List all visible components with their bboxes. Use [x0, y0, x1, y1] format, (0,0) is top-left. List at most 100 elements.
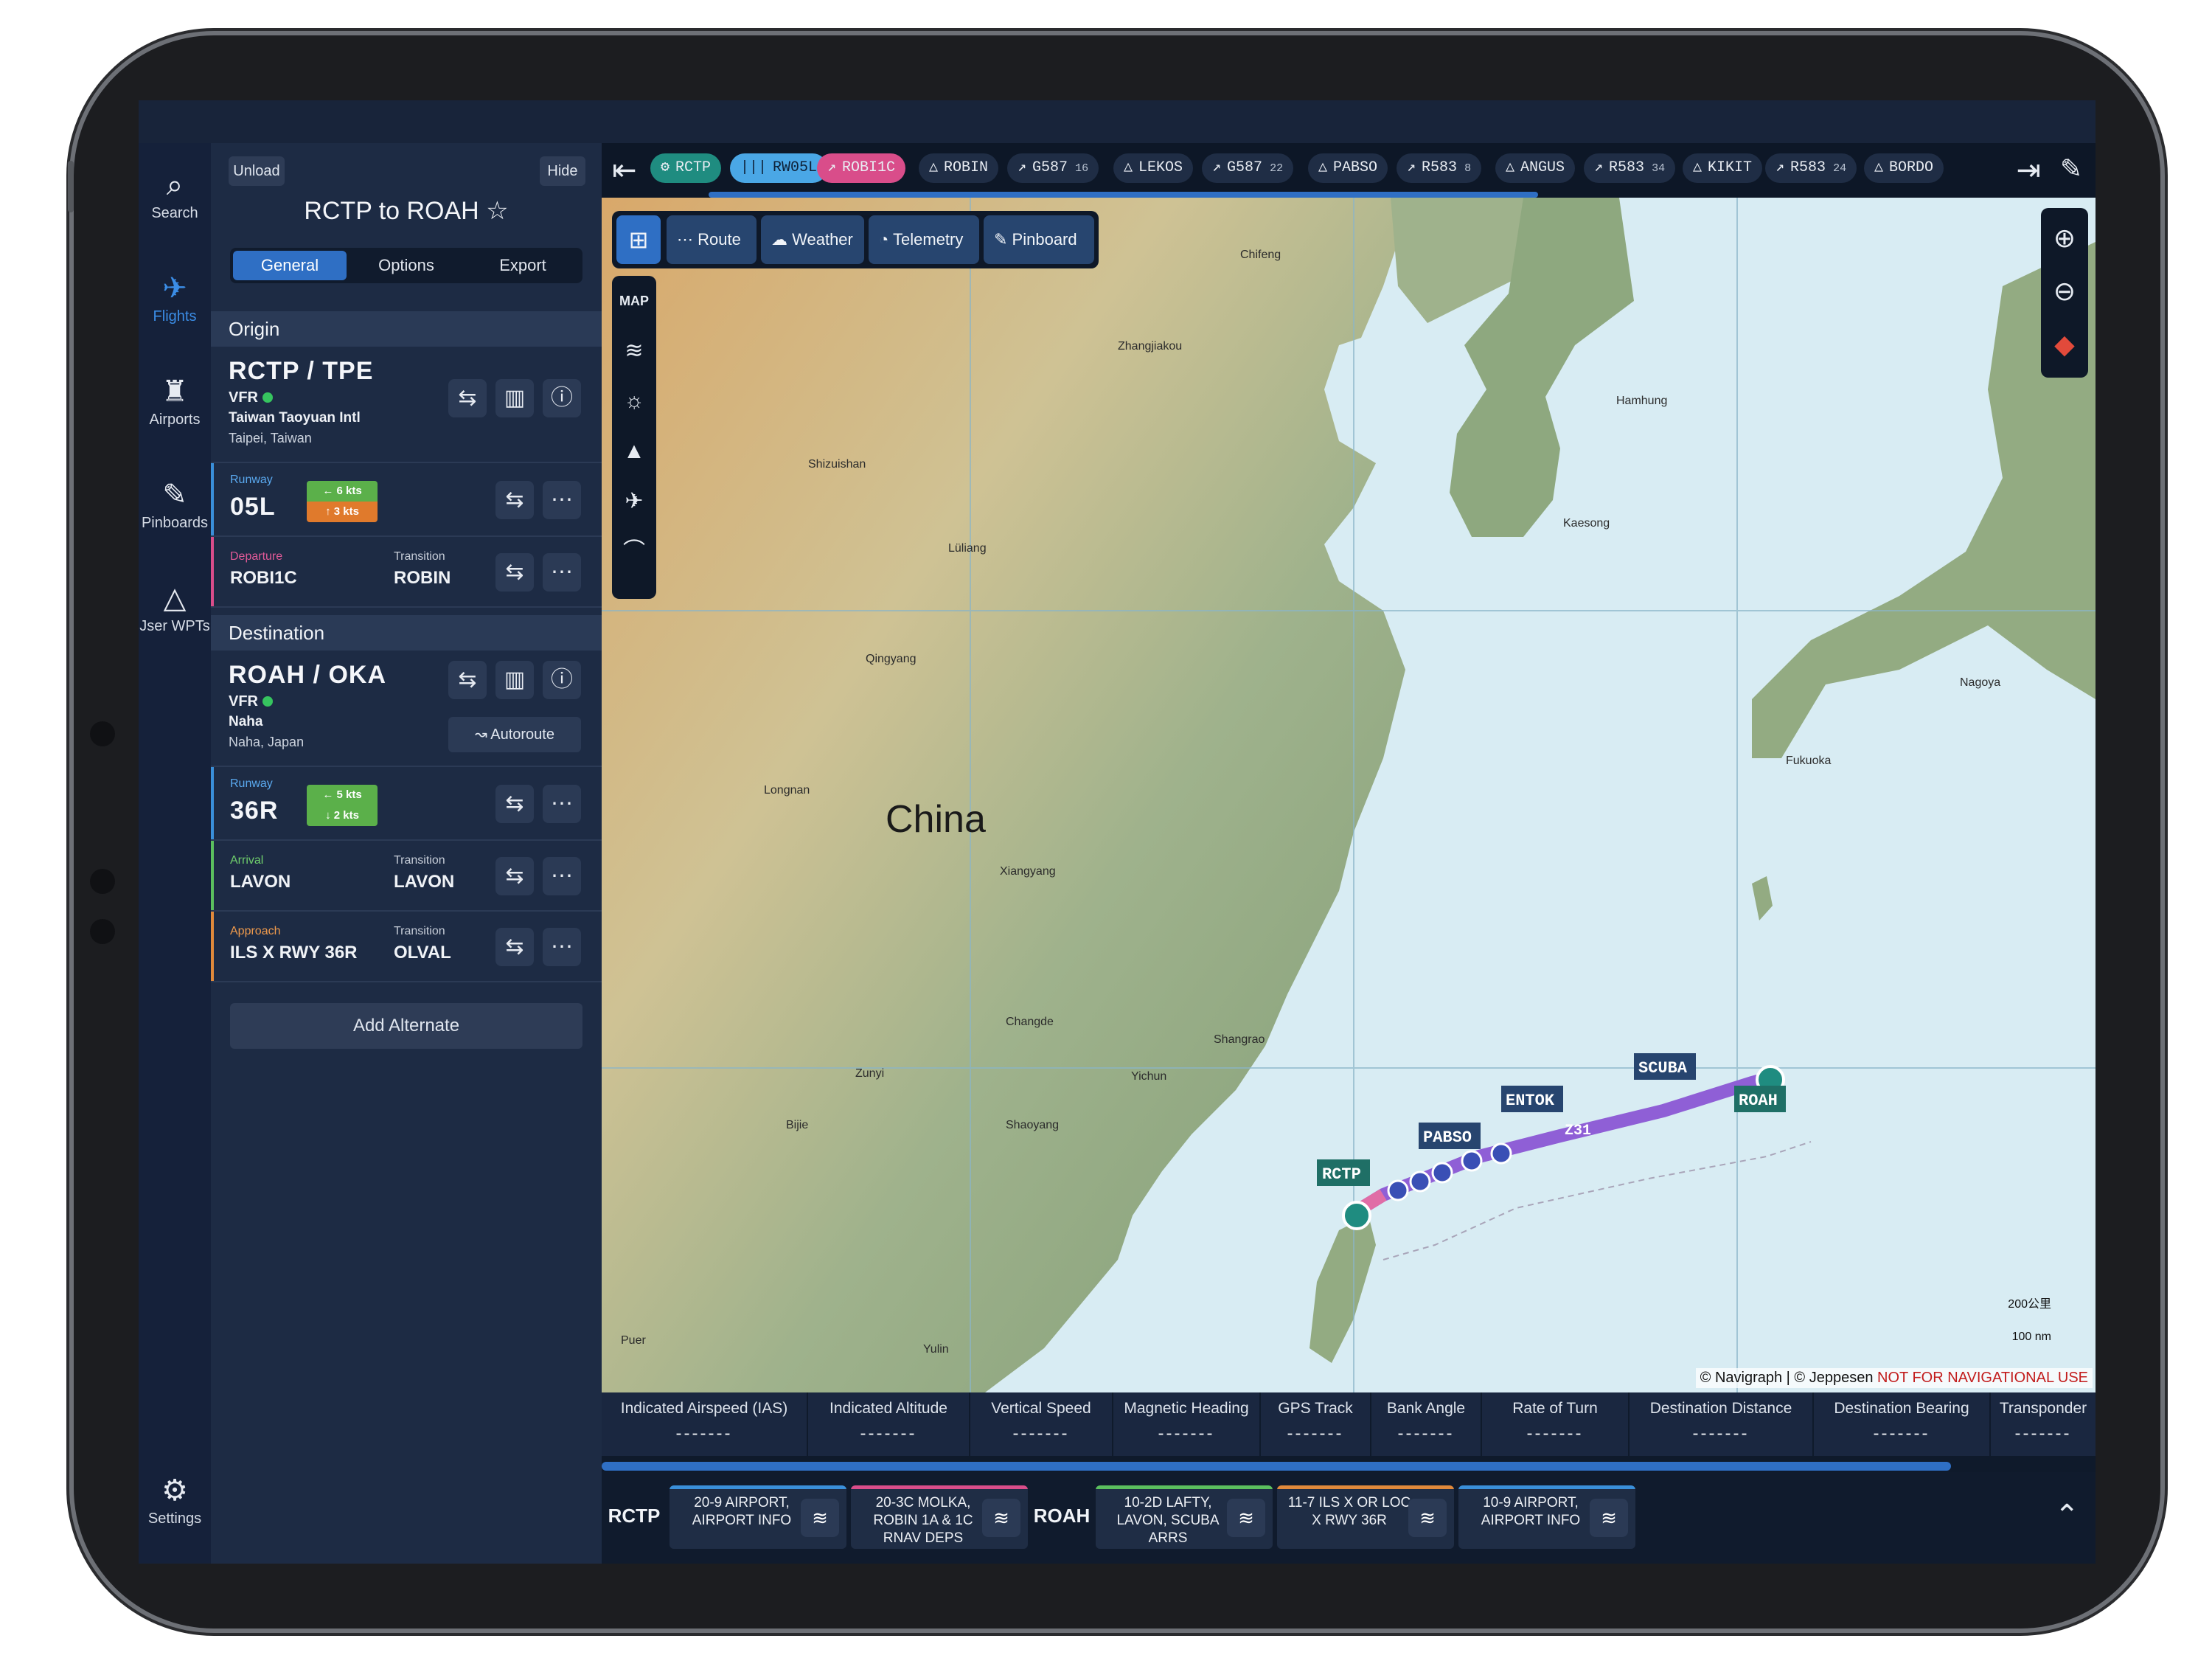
chart-card[interactable]: 20-9 AIRPORT, AIRPORT INFO ≋: [669, 1485, 846, 1549]
arrival-row[interactable]: Arrival LAVON Transition LAVON ⇆ ⋯: [211, 841, 602, 912]
waypoint-chip[interactable]: ||| RW05L: [730, 153, 828, 183]
tray-destination-code[interactable]: ROAH: [1032, 1491, 1091, 1540]
flight-title[interactable]: RCTP to ROAH ☆: [211, 196, 602, 226]
strip-scroll-indicator[interactable]: [709, 192, 1538, 198]
layers-icon[interactable]: ≋: [1408, 1499, 1447, 1537]
autoroute-button[interactable]: ↝ Autoroute: [448, 717, 581, 752]
swap-runway-icon[interactable]: ⇆: [495, 481, 534, 519]
waypoint-chip[interactable]: △ ANGUS: [1495, 153, 1576, 183]
svg-text:PABSO: PABSO: [1423, 1128, 1472, 1147]
attribution-text: © Navigraph | © Jeppesen: [1700, 1370, 1874, 1386]
waypoint-chip-label: R583: [1422, 159, 1458, 176]
edit-icon[interactable]: ✎: [2060, 153, 2082, 184]
route-overview-icon[interactable]: ⌒: [616, 531, 652, 572]
waypoint-chip[interactable]: ↗ ROBI1C: [817, 153, 906, 183]
waypoint-chip[interactable]: ↗ R583 8: [1397, 153, 1482, 183]
pinboard-tab[interactable]: ✎ Pinboard: [984, 215, 1094, 264]
tray-origin-code[interactable]: RCTP: [605, 1491, 664, 1540]
svg-text:Zhangjiakou: Zhangjiakou: [1118, 340, 1182, 353]
zoom-in-icon[interactable]: ⊕: [2041, 212, 2088, 264]
runway-label: Runway: [230, 777, 273, 790]
info-icon[interactable]: ⓘ: [543, 661, 581, 699]
origin-airport-marker[interactable]: [1342, 1201, 1371, 1230]
waypoint-chip[interactable]: △ LEKOS: [1113, 153, 1194, 183]
info-icon[interactable]: ⓘ: [543, 379, 581, 417]
origin-airport-row[interactable]: RCTP / TPE VFR Taiwan Taoyuan Intl Taipe…: [211, 347, 602, 463]
more-icon[interactable]: ⋯: [543, 857, 581, 895]
map-canvas[interactable]: RCTP PABSO ENTOK SCUBA ROAH Z31 China Ch…: [602, 198, 2096, 1392]
waypoint-chip[interactable]: △ ROBIN: [919, 153, 999, 183]
swap-icon[interactable]: ⇆: [448, 379, 487, 417]
tab-general[interactable]: General: [233, 251, 347, 280]
rail-flights[interactable]: ✈ Flights: [139, 268, 211, 325]
layers-icon[interactable]: ≋: [616, 330, 652, 372]
svg-text:Chifeng: Chifeng: [1240, 249, 1281, 261]
expand-right-icon[interactable]: ⇥: [2016, 153, 2041, 187]
destination-runway-row[interactable]: Runway 36R ← 5 kts ↓ 2 kts ⇆ ⋯: [211, 767, 602, 841]
rail-airports[interactable]: ♜ Airports: [139, 372, 211, 429]
hide-button[interactable]: Hide: [540, 156, 585, 186]
rail-search[interactable]: ⌕ Search: [139, 165, 211, 222]
waypoint-chip[interactable]: ↗ G587 16: [1007, 153, 1099, 183]
route-tab[interactable]: ⋯ Route: [667, 215, 757, 264]
layers-icon[interactable]: ≋: [982, 1499, 1020, 1537]
waypoint-chip[interactable]: △ KIKIT: [1683, 153, 1763, 183]
chart-card[interactable]: 10-9 AIRPORT, AIRPORT INFO ≋: [1458, 1485, 1635, 1549]
more-icon[interactable]: ⋯: [543, 928, 581, 966]
rail-search-label: Search: [151, 205, 198, 221]
telemetry-tab[interactable]: ◔ Telemetry: [869, 215, 979, 264]
swap-approach-icon[interactable]: ⇆: [495, 928, 534, 966]
origin-runway-row[interactable]: Runway 05L ← 6 kts ↑ 3 kts ⇆ ⋯: [211, 463, 602, 537]
more-icon[interactable]: ⋯: [543, 785, 581, 823]
swap-runway-icon[interactable]: ⇆: [495, 785, 534, 823]
waypoint-chip[interactable]: △ PABSO: [1308, 153, 1388, 183]
aircraft-center-icon[interactable]: ✈: [616, 481, 652, 522]
swap-icon[interactable]: ⇆: [448, 661, 487, 699]
layers-icon[interactable]: ≋: [1590, 1499, 1628, 1537]
zoom-out-icon[interactable]: ⊖: [2041, 266, 2088, 317]
weather-tab[interactable]: ☁ Weather: [761, 215, 864, 264]
layers-icon[interactable]: ≋: [801, 1499, 839, 1537]
waypoint-chip[interactable]: ↗ G587 22: [1202, 153, 1294, 183]
destination-airport-row[interactable]: ROAH / OKA VFR Naha Naha, Japan ⇆ ▥ ⓘ ↝ …: [211, 651, 602, 767]
unload-button[interactable]: Unload: [229, 156, 285, 186]
charts-icon[interactable]: ▥: [495, 379, 534, 417]
brightness-icon[interactable]: ☼: [616, 381, 652, 422]
waypoint-chip[interactable]: ↗ R583 34: [1584, 153, 1676, 183]
telemetry-tab-label: Telemetry: [893, 230, 964, 249]
layout-grid-icon[interactable]: ⊞: [616, 215, 661, 264]
tab-options[interactable]: Options: [349, 251, 463, 280]
compass-icon[interactable]: ◆: [2041, 319, 2088, 370]
more-icon[interactable]: ⋯: [543, 481, 581, 519]
map-view[interactable]: RCTP PABSO ENTOK SCUBA ROAH Z31 China Ch…: [602, 198, 2096, 1392]
destination-name: Naha: [229, 714, 263, 729]
add-alternate-button[interactable]: Add Alternate: [230, 1003, 582, 1049]
swap-departure-icon[interactable]: ⇆: [495, 553, 534, 592]
triangle-icon: △: [163, 582, 187, 614]
departure-row[interactable]: Departure ROBI1C Transition ROBIN ⇆ ⋯: [211, 537, 602, 608]
waypoint-chip[interactable]: ↗ R583 24: [1765, 153, 1857, 183]
swap-arrival-icon[interactable]: ⇆: [495, 857, 534, 895]
waypoint-chip[interactable]: △ BORDO: [1864, 153, 1944, 183]
chart-card[interactable]: 10-2D LAFTY, LAVON, SCUBA ARRS ≋: [1096, 1485, 1273, 1549]
approach-row[interactable]: Approach ILS X RWY 36R Transition OLVAL …: [211, 912, 602, 982]
collapse-left-icon[interactable]: ⇤: [612, 153, 637, 187]
rail-pinboards[interactable]: ✎ Pinboards: [139, 475, 211, 532]
chart-card[interactable]: 11-7 ILS X OR LOC X RWY 36R ≋: [1277, 1485, 1454, 1549]
rail-settings[interactable]: ⚙ Settings: [139, 1471, 211, 1527]
rail-user-waypoints[interactable]: △ Jser WPTs: [139, 578, 211, 635]
map-mode-button[interactable]: MAP: [616, 280, 652, 322]
telemetry-scroll-indicator[interactable]: [602, 1462, 1951, 1471]
destination-wind-badge: ← 5 kts ↓ 2 kts: [307, 785, 378, 826]
tab-export[interactable]: Export: [466, 251, 580, 280]
chart-card[interactable]: 20-3C MOLKA, ROBIN 1A & 1C RNAV DEPS ≋: [851, 1485, 1028, 1549]
chevron-up-icon[interactable]: ⌃: [2054, 1499, 2079, 1533]
layers-icon[interactable]: ≋: [1227, 1499, 1265, 1537]
airway-distance: 22: [1270, 162, 1284, 175]
north-arrow-icon[interactable]: ▲: [616, 431, 652, 472]
charts-icon[interactable]: ▥: [495, 661, 534, 699]
more-icon[interactable]: ⋯: [543, 553, 581, 592]
departure-value: ROBI1C: [230, 568, 297, 588]
waypoint-chip[interactable]: ⚙ RCTP: [650, 153, 722, 183]
map-toolbar: ⊞ ⋯ Route ☁ Weather ◔ Telemetry ✎ Pinboa…: [612, 211, 1099, 268]
